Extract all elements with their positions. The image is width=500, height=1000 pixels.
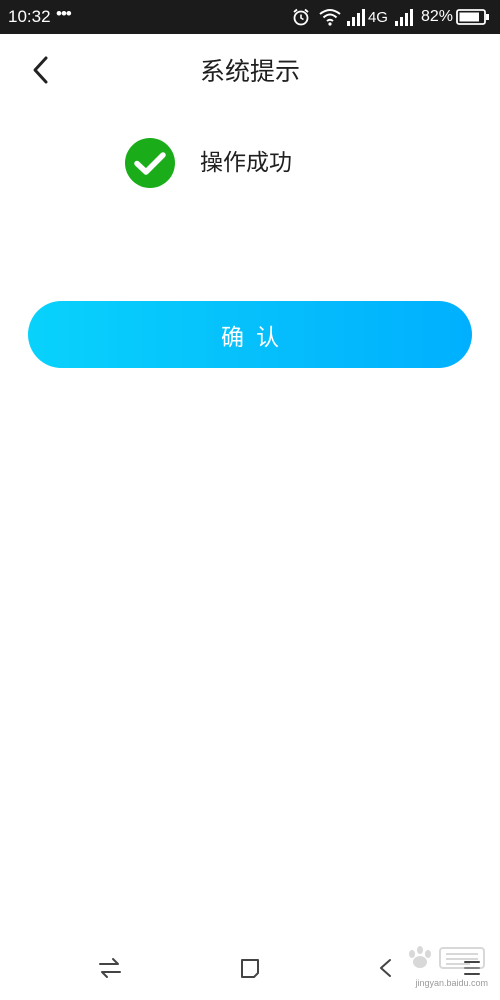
more-notifications-icon: ••• bbox=[56, 4, 72, 23]
network-type: 4G bbox=[367, 8, 388, 26]
watermark-text: jingyan.baidu.com bbox=[415, 978, 488, 988]
status-indicators: 4G 82% bbox=[291, 4, 490, 30]
success-message: 操作成功 bbox=[200, 150, 292, 176]
confirm-button[interactable]: 确认 bbox=[28, 301, 472, 368]
page-title: 系统提示 bbox=[199, 57, 300, 86]
status-time: 10:32 bbox=[8, 7, 51, 26]
signal-icon-2 bbox=[394, 8, 415, 26]
signal-icon bbox=[346, 8, 367, 26]
status-bar: 10:32 ••• 4G 82% bbox=[0, 0, 500, 34]
alarm-icon bbox=[291, 7, 311, 27]
battery-icon bbox=[456, 8, 490, 26]
check-circle-icon bbox=[124, 137, 176, 189]
nav-back-button[interactable] bbox=[370, 954, 402, 986]
wifi-icon bbox=[319, 8, 341, 26]
switch-apps-button[interactable] bbox=[94, 954, 126, 986]
home-square-icon bbox=[239, 957, 261, 983]
switch-arrows-icon bbox=[98, 957, 122, 983]
back-icon bbox=[375, 957, 397, 983]
battery-percent: 82% bbox=[420, 8, 453, 25]
home-button[interactable] bbox=[234, 954, 266, 986]
